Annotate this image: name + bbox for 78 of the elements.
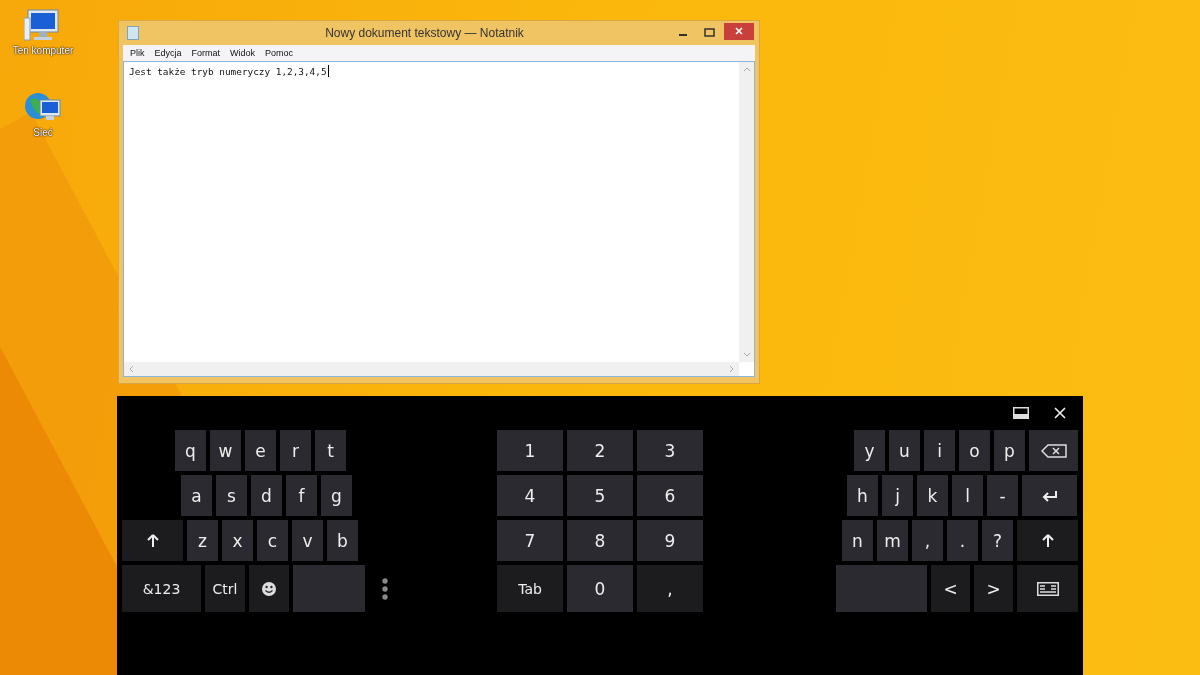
key[interactable]: v [292,520,323,561]
key[interactable]: x [222,520,253,561]
key[interactable]: 2 [567,430,633,471]
key[interactable]: 8 [567,520,633,561]
backspace-key[interactable] [1029,430,1078,471]
key[interactable]: 9 [637,520,703,561]
key[interactable]: z [187,520,218,561]
key[interactable]: k [917,475,948,516]
more-dots-icon[interactable] [382,577,388,600]
close-icon[interactable] [1054,407,1066,419]
shift-key[interactable] [1017,520,1078,561]
key[interactable]: 7 [497,520,563,561]
key[interactable]: c [257,520,288,561]
key[interactable]: a [181,475,212,516]
key[interactable]: h [847,475,878,516]
shift-arrow-icon [1041,533,1054,548]
key[interactable]: d [251,475,282,516]
key[interactable]: 4 [497,475,563,516]
key[interactable]: l [952,475,983,516]
menu-item[interactable]: Plik [126,48,151,58]
scroll-left-icon [128,365,134,373]
key[interactable]: n [842,520,873,561]
key[interactable]: 0 [567,565,633,612]
key[interactable]: o [959,430,990,471]
key[interactable]: 3 [637,430,703,471]
key[interactable]: f [286,475,317,516]
key[interactable]: - [987,475,1018,516]
key[interactable]: t [315,430,346,471]
key[interactable]: b [327,520,358,561]
key[interactable]: i [924,430,955,471]
key[interactable]: . [947,520,978,561]
scroll-up-icon [742,66,751,72]
key[interactable]: r [280,430,311,471]
menu-item[interactable]: Edycja [150,48,188,58]
text-area[interactable]: Jest także tryb numeryczy 1,2,3,4,5 [123,61,755,377]
key[interactable]: , [912,520,943,561]
key[interactable]: Tab [497,565,563,612]
vertical-scrollbar[interactable] [739,62,754,362]
smiley-icon [262,581,276,596]
key[interactable]: e [245,430,276,471]
key[interactable]: w [210,430,241,471]
scroll-right-icon [729,365,735,373]
key[interactable]: s [216,475,247,516]
key[interactable]: &123 [122,565,201,612]
key[interactable]: 5 [567,475,633,516]
key[interactable]: p [994,430,1025,471]
menu-item[interactable]: Pomoc [261,48,300,58]
enter-arrow-icon [1041,489,1058,502]
key[interactable]: 6 [637,475,703,516]
emoji-key[interactable] [249,565,289,612]
key[interactable]: 1 [497,430,563,471]
document-icon [127,26,139,40]
close-icon [735,27,743,35]
dock-icon[interactable] [1013,407,1029,419]
key[interactable]: < [931,565,970,612]
menu-item[interactable]: Format [187,48,227,58]
computer-icon[interactable] [24,8,62,42]
keyboard-icon [1036,581,1059,596]
enter-key[interactable] [1022,475,1077,516]
shift-arrow-icon [146,533,159,548]
window-title: Nowy dokument tekstowy — Notatnik [324,26,525,40]
scroll-down-icon [742,352,751,358]
horizontal-scrollbar[interactable] [124,362,739,376]
key[interactable]: , [637,565,703,612]
menu-item[interactable]: Widok [226,48,262,58]
key[interactable]: g [321,475,352,516]
key[interactable]: j [882,475,913,516]
key[interactable]: q [175,430,206,471]
key[interactable]: > [974,565,1013,612]
key[interactable]: ? [982,520,1013,561]
layout-key[interactable] [1017,565,1078,612]
shift-key[interactable] [122,520,183,561]
key[interactable]: u [889,430,920,471]
key[interactable]: Ctrl [205,565,245,612]
close-button[interactable] [724,22,754,40]
backspace-icon [1040,443,1067,458]
key[interactable]: y [854,430,885,471]
key[interactable]: m [877,520,908,561]
